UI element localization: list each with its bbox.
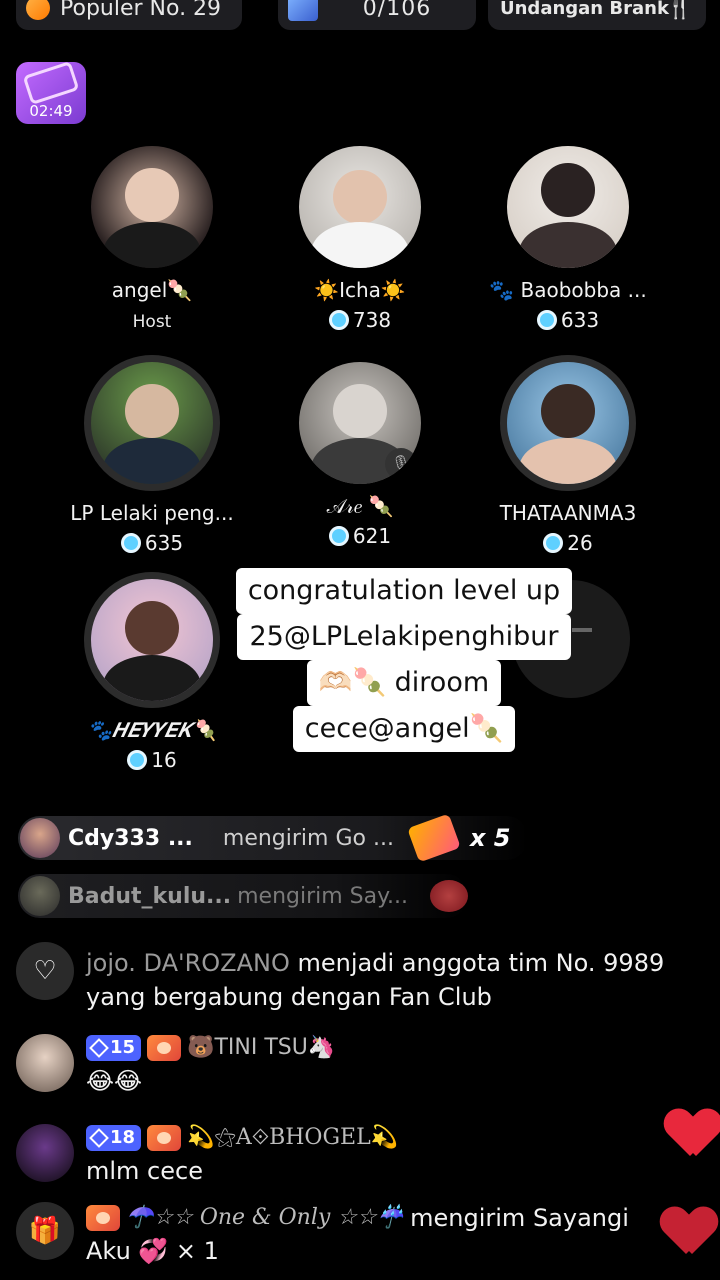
coin-icon xyxy=(120,533,141,553)
seat-4[interactable]: LP Lelaki peng... 635 xyxy=(42,355,262,555)
avatar[interactable] xyxy=(16,1124,74,1182)
popularity-rank-label: Populer No. 29 xyxy=(60,0,222,21)
avatar: 🎙 xyxy=(299,362,421,484)
chat-message: ♡ jojo. DA'ROZANO menjadi anggota tim No… xyxy=(16,942,676,1014)
floating-heart-icon xyxy=(662,1208,716,1256)
coin-icon xyxy=(127,750,148,770)
avatar xyxy=(20,876,60,916)
chat-content: Aku 💞 × 1 xyxy=(86,1237,219,1265)
chat-message: 15 🐻TINI TSU🦄 😂😂 xyxy=(16,1034,676,1098)
seat-host[interactable]: angel🍡 Host xyxy=(42,146,262,332)
popularity-rank-button[interactable]: Populer No. 29 xyxy=(16,0,242,30)
fan-badge-icon xyxy=(86,1205,120,1231)
envelope-icon xyxy=(22,61,80,105)
chat-content: mlm cece xyxy=(86,1157,203,1185)
chat-username[interactable]: 💫⚝A⟐BHOGEL💫 xyxy=(187,1121,398,1155)
seat-3[interactable]: 🐾 Baobobba ... 633 xyxy=(458,146,678,332)
avatar xyxy=(299,146,421,268)
seat-score: 16 xyxy=(42,748,262,772)
caption-line: congratulation level up xyxy=(235,568,573,614)
caption-line: 25@LPLelakipenghibur xyxy=(237,614,571,660)
seat-6[interactable]: THATAANMA3 26 xyxy=(458,355,678,555)
seat-2[interactable]: ☀️Icha☀️ 738 xyxy=(250,146,470,332)
avatar xyxy=(500,355,636,491)
chat-text: 15 🐻TINI TSU🦄 😂😂 xyxy=(86,1032,335,1098)
host-label: Host xyxy=(132,312,172,332)
floating-heart-icon xyxy=(666,1110,720,1158)
heart-gift-icon xyxy=(430,880,468,912)
level-badge: 18 xyxy=(86,1125,142,1151)
gift-message: mengirim Say... xyxy=(237,883,408,909)
chat-text: ☂️☆☆ One & Only ☆☆☔ mengirim Sayangi Aku… xyxy=(86,1202,629,1268)
seat-7[interactable]: 🐾𝑯𝑬𝒀𝒀𝑬𝑲🍡 16 xyxy=(42,572,262,772)
rank-shield-icon xyxy=(26,0,50,20)
chat-username[interactable]: jojo. DA'ROZANO xyxy=(86,949,290,977)
seat-name: angel🍡 xyxy=(111,278,193,302)
seat-score: 738 xyxy=(250,308,470,332)
chat-username[interactable]: 🐻TINI TSU🦄 xyxy=(187,1031,335,1065)
avatar xyxy=(91,146,213,268)
invite-button[interactable]: Undangan Brank 🍴 xyxy=(488,0,706,30)
invite-label: Undangan Brank xyxy=(500,0,669,19)
mic-muted-icon: 🎙 xyxy=(385,448,417,480)
user-badges: ☂️☆☆ One & Only ☆☆☔ mengirim Sayangi xyxy=(86,1202,629,1234)
seat-score: 26 xyxy=(458,531,678,555)
avatar[interactable] xyxy=(16,1034,74,1092)
gift-sender: Cdy333 ... xyxy=(68,825,193,851)
avatar xyxy=(20,818,60,858)
coin-icon xyxy=(328,310,349,330)
seat-score: 635 xyxy=(42,531,262,555)
avatar xyxy=(507,146,629,268)
caption-line: cece@angel🍡 xyxy=(292,706,516,752)
add-icon xyxy=(572,628,592,632)
user-badges: 18 💫⚝A⟐BHOGEL💫 xyxy=(86,1122,398,1154)
event-timer-badge[interactable]: 02:49 xyxy=(16,61,86,124)
coin-icon xyxy=(328,526,349,546)
chat-message: 18 💫⚝A⟐BHOGEL💫 mlm cece xyxy=(16,1124,676,1188)
chat-message: 🎁 ☂️☆☆ One & Only ☆☆☔ mengirim Sayangi A… xyxy=(16,1202,676,1268)
seat-score: 633 xyxy=(458,308,678,332)
gift-box-icon: 🎁 xyxy=(16,1202,74,1260)
coin-icon xyxy=(543,533,564,553)
coin-icon xyxy=(536,310,557,330)
gift-message: mengirim Go ... xyxy=(222,825,394,851)
top-bar: Populer No. 29 0/106 Undangan Brank 🍴 xyxy=(0,0,720,30)
gift-banner[interactable]: Cdy333 ... mengirim Go ... x 5 xyxy=(18,813,528,863)
seat-name: THATAANMA3 xyxy=(499,501,637,525)
fork-knife-icon: 🍴 xyxy=(667,0,692,20)
popular-gift-icon xyxy=(407,813,461,863)
gift-multiplier: x 5 xyxy=(469,824,511,852)
seat-name: ☀️Icha☀️ xyxy=(314,278,406,302)
event-timer: 02:49 xyxy=(29,102,73,120)
game-count: 0/106 xyxy=(362,0,432,21)
congratulation-caption: congratulation level up 25@LPLelakipengh… xyxy=(234,568,574,752)
fan-badge-icon xyxy=(147,1035,182,1061)
chat-username[interactable]: ☂️☆☆ One & Only ☆☆☔ xyxy=(126,1201,404,1235)
gift-sender: Badut_kulu... xyxy=(68,883,232,909)
seat-5[interactable]: 🎙 𝒜𝓇𝑒 🍡 621 xyxy=(250,362,470,548)
chat-text: jojo. DA'ROZANO menjadi anggota tim No. … xyxy=(86,949,665,1011)
level-badge: 15 xyxy=(86,1035,142,1061)
game-progress-button[interactable]: 0/106 xyxy=(278,0,476,30)
seat-name: 🐾 Baobobba ... xyxy=(489,278,647,302)
gift-banner[interactable]: Badut_kulu... mengirim Say... xyxy=(18,874,468,918)
seat-name: 🐾𝑯𝑬𝒀𝒀𝑬𝑲🍡 xyxy=(87,718,217,742)
fan-club-heart-icon: ♡ xyxy=(16,942,74,1000)
seat-name: 𝒜𝓇𝑒 🍡 xyxy=(326,494,394,518)
fan-badge-icon xyxy=(147,1125,182,1151)
game-icon xyxy=(288,0,318,21)
seat-score: 621 xyxy=(250,524,470,548)
user-badges: 15 🐻TINI TSU🦄 xyxy=(86,1032,335,1064)
avatar xyxy=(84,355,220,491)
chat-content: 😂😂 xyxy=(86,1067,143,1095)
caption-line: 🫶🏻🍡 diroom xyxy=(306,660,502,706)
seat-name: LP Lelaki peng... xyxy=(70,501,234,525)
chat-text: 18 💫⚝A⟐BHOGEL💫 mlm cece xyxy=(86,1122,398,1188)
avatar xyxy=(84,572,220,708)
